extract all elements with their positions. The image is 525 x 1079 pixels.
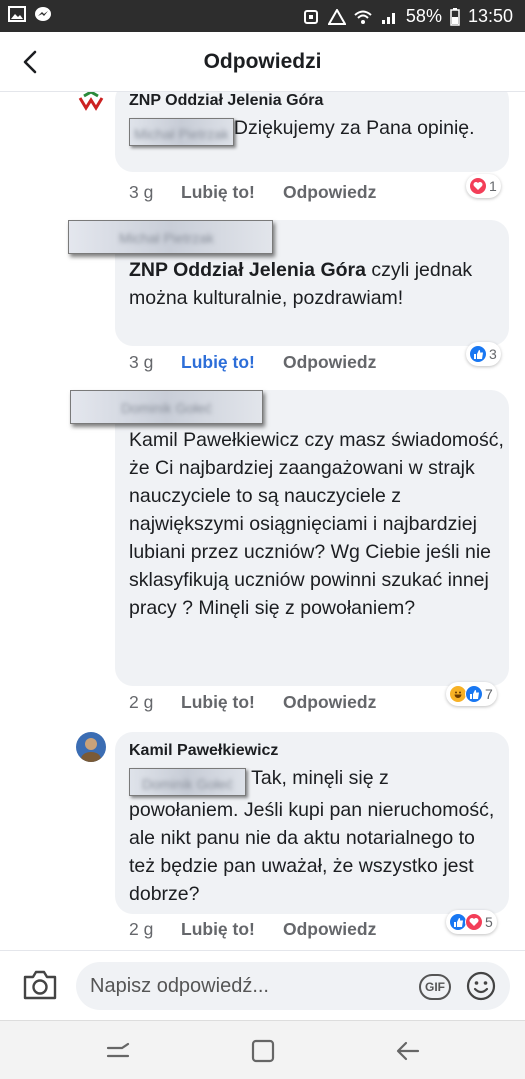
comment-time: 3 g [129, 352, 154, 372]
reaction-count: 1 [489, 178, 497, 194]
page-title: Odpowiedzi [203, 50, 322, 73]
reaction-badge[interactable]: 5 [446, 910, 497, 934]
user-tag[interactable]: Dominik Gołeć [129, 768, 247, 796]
reaction-badge[interactable]: 1 [466, 174, 501, 198]
like-button[interactable]: Lubię to! [181, 919, 255, 940]
system-nav-bar [0, 1020, 525, 1079]
image-icon [8, 6, 26, 22]
wifi-icon [354, 10, 372, 24]
comment-actions: 2 g Lubię to! Odpowiedz [129, 692, 429, 716]
gif-button[interactable]: GIF [419, 974, 451, 1000]
signal-icon [381, 12, 395, 24]
comment-author[interactable]: Dominik Gołeć [70, 390, 263, 424]
comment-text: Kamil Pawełkiewicz czy masz świadomość, … [129, 429, 504, 619]
avatar[interactable] [76, 92, 106, 116]
reply-button[interactable]: Odpowiedz [283, 352, 376, 373]
comment-text: Dominik Gołeć Tak, minęli się z powołani… [129, 767, 495, 905]
clock: 13:50 [467, 6, 513, 26]
like-button[interactable]: Lubię to! [181, 352, 255, 373]
alarm-icon [303, 9, 318, 24]
battery-icon [450, 7, 460, 26]
love-reaction-icon [465, 913, 483, 931]
app-header: Odpowiedzi [0, 32, 525, 92]
reply-button[interactable]: Odpowiedz [283, 182, 376, 203]
comment-author[interactable]: Kamil Pawełkiewicz [129, 742, 278, 760]
user-photo-icon [76, 732, 106, 762]
reaction-badge[interactable]: 3 [466, 342, 501, 366]
reply-composer: GIF [0, 950, 525, 1020]
comment-time: 3 g [129, 182, 154, 202]
reply-input[interactable] [90, 972, 410, 1000]
camera-icon[interactable] [22, 969, 58, 1001]
reply-button[interactable]: Odpowiedz [283, 919, 376, 940]
comment-text: ZNP Oddział Jelenia Góra czyli jednak mo… [129, 259, 473, 309]
love-reaction-icon [469, 177, 487, 195]
reaction-badge[interactable]: 7 [446, 682, 497, 706]
reaction-count: 5 [485, 914, 493, 930]
home-icon[interactable] [249, 1037, 277, 1065]
avatar[interactable] [76, 732, 106, 762]
reply-input-box: GIF [76, 962, 510, 1010]
nav-back-icon[interactable] [394, 1037, 422, 1065]
mention-link[interactable]: ZNP Oddział Jelenia Góra [129, 259, 366, 281]
comment-author[interactable]: ZNP Oddział Jelenia Góra [129, 92, 323, 110]
comment-time: 2 g [129, 692, 154, 712]
warning-icon [327, 8, 346, 25]
like-reaction-icon [465, 685, 483, 703]
comment-author[interactable]: Michał Pietrzak [68, 220, 273, 254]
battery-level: 58% [405, 6, 442, 26]
comment-actions: 2 g Lubię to! Odpowiedz [129, 919, 429, 943]
like-button[interactable]: Lubię to! [181, 182, 255, 203]
comment-thread: ZNP Oddział Jelenia Góra Michał Pietrzak… [0, 92, 525, 950]
status-bar: 58% 13:50 [0, 0, 525, 32]
reaction-count: 3 [489, 346, 497, 362]
znp-logo-icon [76, 92, 106, 116]
user-tag[interactable]: Michał Pietrzak [129, 118, 234, 146]
comment-actions: 3 g Lubię to! Odpowiedz [129, 182, 429, 206]
reply-button[interactable]: Odpowiedz [283, 692, 376, 713]
messenger-icon [35, 7, 51, 21]
comment-time: 2 g [129, 919, 154, 939]
like-button[interactable]: Lubię to! [181, 692, 255, 713]
reaction-count: 7 [485, 686, 493, 702]
recent-apps-icon[interactable] [104, 1037, 132, 1065]
like-reaction-icon [469, 345, 487, 363]
emoji-icon[interactable] [466, 971, 496, 1001]
comment-text: Michał Pietrzak Dziękujemy za Pana opinię… [129, 114, 499, 146]
comment-actions: 3 g Lubię to! Odpowiedz [129, 352, 429, 376]
